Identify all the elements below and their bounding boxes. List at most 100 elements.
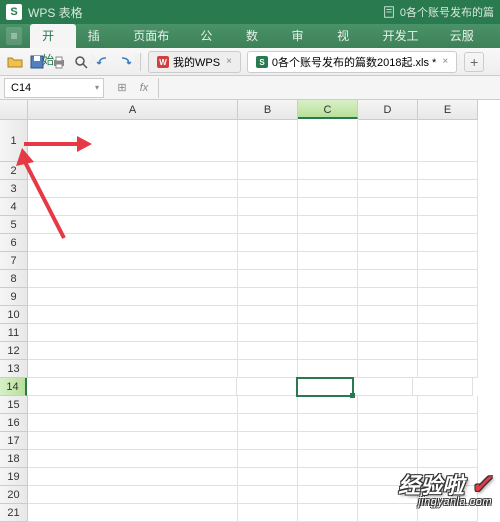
print-icon[interactable] [50,53,68,71]
cell-B10[interactable] [238,306,298,324]
cell-D15[interactable] [358,396,418,414]
cell-A15[interactable] [28,396,238,414]
column-header-D[interactable]: D [358,100,418,120]
column-header-B[interactable]: B [238,100,298,120]
cell-B19[interactable] [238,468,298,486]
cell-C21[interactable] [298,504,358,522]
cell-D3[interactable] [358,180,418,198]
row-header-13[interactable]: 13 [0,360,28,378]
cell-E19[interactable] [418,468,478,486]
cell-C6[interactable] [298,234,358,252]
name-box[interactable]: C14 [4,78,104,98]
cell-E12[interactable] [418,342,478,360]
formula-expand-icon[interactable]: ⊞ [114,81,130,94]
cell-E15[interactable] [418,396,478,414]
cell-D16[interactable] [358,414,418,432]
cell-D9[interactable] [358,288,418,306]
cell-B21[interactable] [238,504,298,522]
cell-A10[interactable] [28,306,238,324]
cell-A21[interactable] [28,504,238,522]
cell-A1[interactable] [28,120,238,162]
column-header-A[interactable]: A [28,100,238,120]
cell-B16[interactable] [238,414,298,432]
cell-B4[interactable] [238,198,298,216]
menu-item-2[interactable]: 页面布局 [121,24,188,48]
cell-E18[interactable] [418,450,478,468]
cell-B15[interactable] [238,396,298,414]
menu-item-8[interactable]: 云服务 [438,24,494,48]
save-icon[interactable] [28,53,46,71]
menu-item-3[interactable]: 公式 [188,24,234,48]
row-header-8[interactable]: 8 [0,270,28,288]
cell-B17[interactable] [238,432,298,450]
cell-D14[interactable] [353,378,413,396]
cell-E7[interactable] [418,252,478,270]
cell-A16[interactable] [28,414,238,432]
undo-icon[interactable] [94,53,112,71]
cell-B14[interactable] [237,378,297,396]
cell-E21[interactable] [418,504,478,522]
cell-A12[interactable] [28,342,238,360]
row-header-9[interactable]: 9 [0,288,28,306]
cell-B12[interactable] [238,342,298,360]
menu-item-0[interactable]: 开始 [30,24,76,48]
cell-A9[interactable] [28,288,238,306]
cell-C12[interactable] [298,342,358,360]
cell-B18[interactable] [238,450,298,468]
cell-D11[interactable] [358,324,418,342]
row-header-5[interactable]: 5 [0,216,28,234]
cell-E3[interactable] [418,180,478,198]
row-header-3[interactable]: 3 [0,180,28,198]
cell-E9[interactable] [418,288,478,306]
row-header-2[interactable]: 2 [0,162,28,180]
cell-C18[interactable] [298,450,358,468]
cell-A11[interactable] [28,324,238,342]
menu-item-1[interactable]: 插入 [76,24,122,48]
cell-B3[interactable] [238,180,298,198]
cell-C14[interactable] [296,377,354,397]
cell-E5[interactable] [418,216,478,234]
cell-D8[interactable] [358,270,418,288]
cell-C16[interactable] [298,414,358,432]
preview-icon[interactable] [72,53,90,71]
menu-item-7[interactable]: 开发工具 [371,24,438,48]
cell-E1[interactable] [418,120,478,162]
column-header-E[interactable]: E [418,100,478,120]
cell-D4[interactable] [358,198,418,216]
cell-E20[interactable] [418,486,478,504]
cell-B11[interactable] [238,324,298,342]
cell-A4[interactable] [28,198,238,216]
cell-E6[interactable] [418,234,478,252]
select-all-corner[interactable] [0,100,28,120]
row-header-19[interactable]: 19 [0,468,28,486]
cell-A19[interactable] [28,468,238,486]
close-tab-icon[interactable]: × [226,56,232,67]
cell-C3[interactable] [298,180,358,198]
cell-E17[interactable] [418,432,478,450]
row-header-20[interactable]: 20 [0,486,28,504]
row-header-6[interactable]: 6 [0,234,28,252]
redo-icon[interactable] [116,53,134,71]
row-header-10[interactable]: 10 [0,306,28,324]
cell-A5[interactable] [28,216,238,234]
cell-C10[interactable] [298,306,358,324]
cell-C7[interactable] [298,252,358,270]
cell-D13[interactable] [358,360,418,378]
cell-E4[interactable] [418,198,478,216]
cell-D6[interactable] [358,234,418,252]
cell-D18[interactable] [358,450,418,468]
cell-E8[interactable] [418,270,478,288]
cell-A18[interactable] [28,450,238,468]
row-header-15[interactable]: 15 [0,396,28,414]
row-header-11[interactable]: 11 [0,324,28,342]
cell-C20[interactable] [298,486,358,504]
cell-A6[interactable] [28,234,238,252]
cell-D19[interactable] [358,468,418,486]
cell-E11[interactable] [418,324,478,342]
cell-B1[interactable] [238,120,298,162]
cell-E13[interactable] [418,360,478,378]
cell-C19[interactable] [298,468,358,486]
cell-B6[interactable] [238,234,298,252]
cell-B2[interactable] [238,162,298,180]
row-header-18[interactable]: 18 [0,450,28,468]
